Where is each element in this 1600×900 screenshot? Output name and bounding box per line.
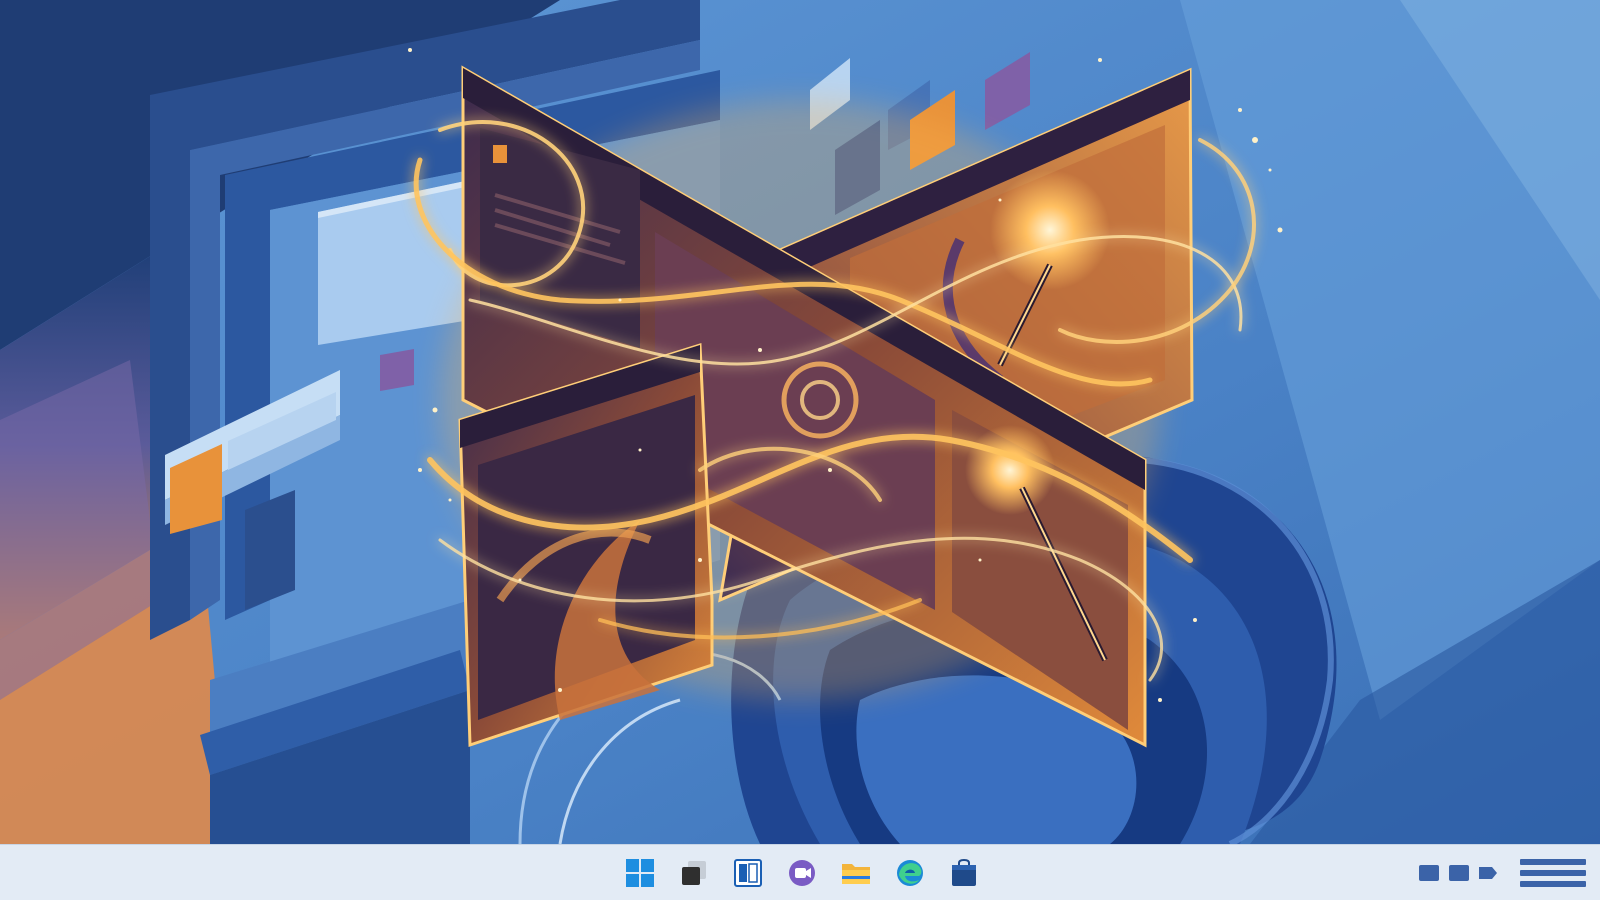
widgets-icon — [734, 859, 762, 887]
widgets-button[interactable] — [728, 853, 768, 893]
taskbar-pinned-apps — [620, 853, 984, 893]
desktop-wallpaper — [0, 0, 1600, 844]
system-tray — [1418, 853, 1586, 893]
edge-browser-icon — [897, 860, 923, 886]
folder-icon — [842, 864, 870, 884]
file-explorer-button[interactable] — [836, 853, 876, 893]
chat-button[interactable] — [782, 853, 822, 893]
start-button[interactable] — [620, 853, 660, 893]
store-button[interactable] — [944, 853, 984, 893]
windows-logo-icon — [626, 859, 654, 887]
clock-placeholder-icon — [1520, 870, 1586, 876]
store-bag-icon — [952, 858, 976, 886]
tray-clock[interactable] — [1520, 853, 1586, 893]
task-view-button[interactable] — [674, 853, 714, 893]
edge-button[interactable] — [890, 853, 930, 893]
tray-network[interactable] — [1418, 864, 1440, 882]
tray-volume[interactable] — [1448, 864, 1470, 882]
task-view-icon — [682, 861, 706, 885]
tray-battery[interactable] — [1478, 864, 1498, 882]
chat-icon — [789, 860, 815, 886]
clock-placeholder-icon — [1520, 859, 1586, 865]
taskbar — [0, 844, 1600, 900]
volume-icon — [1449, 865, 1469, 881]
battery-icon — [1479, 867, 1497, 879]
clock-placeholder-icon — [1520, 881, 1586, 887]
wallpaper-illustration — [0, 0, 1600, 844]
network-icon — [1419, 865, 1439, 881]
